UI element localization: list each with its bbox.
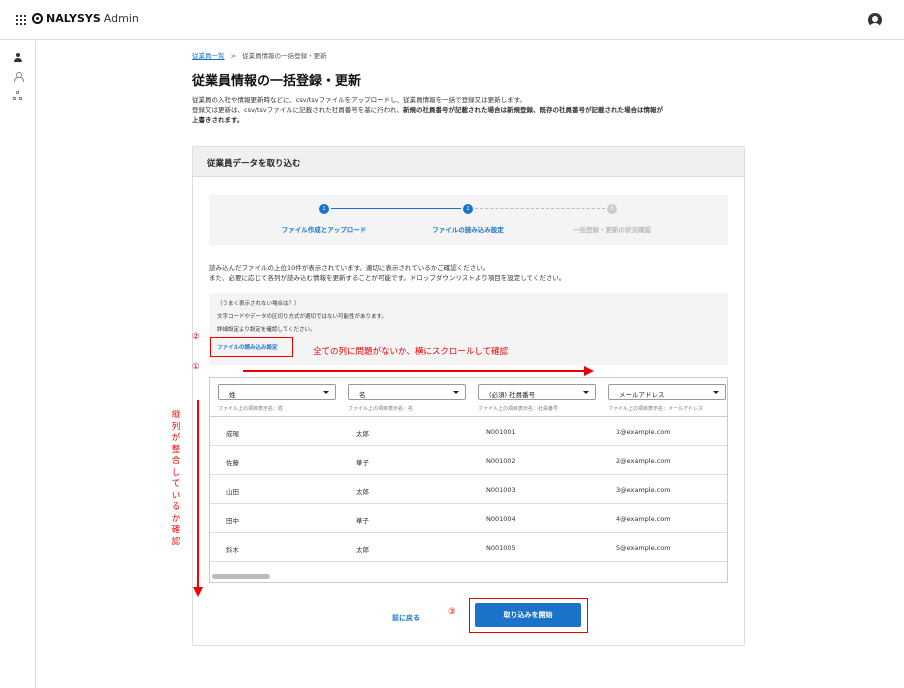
table-row: 成瑆 太郎 N001001 1@example.com <box>210 417 727 446</box>
app-grid-icon[interactable] <box>16 15 26 25</box>
column-select-2-label: 名 <box>359 391 366 399</box>
logo-mark-icon <box>32 13 43 24</box>
table-row: 山田 太郎 N001003 3@example.com <box>210 475 727 504</box>
desc-line-2b: 新規の社員番号が記載された場合は新規登録、既存の社員番号が記載された場合は情報が <box>403 106 664 114</box>
annotation-num-2: ② <box>192 332 200 342</box>
annotation-num-3: ③ <box>448 607 456 617</box>
preview-table[interactable]: 姓 名 (必須) 社員番号 メールアドレス ファイル上の項目表示名：姓 ファイル… <box>209 377 728 583</box>
column-sub-4: ファイル上の項目表示名：メールアドレス <box>608 406 704 412</box>
chevron-down-icon <box>583 391 589 394</box>
step-1-dot: 1 <box>319 204 329 214</box>
column-select-4-label: メールアドレス <box>619 391 665 399</box>
chevron-down-icon <box>323 391 329 394</box>
card-title: 従業員データを取り込む <box>193 147 744 177</box>
chevron-down-icon <box>453 391 459 394</box>
column-sub-1: ファイル上の項目表示名：姓 <box>218 406 284 412</box>
back-button[interactable]: 前に戻る <box>392 613 420 623</box>
annotation-down-arrow <box>193 400 202 597</box>
cell: N001005 <box>486 544 516 552</box>
step-line-2 <box>475 208 605 209</box>
annotation-box-start-button <box>469 598 588 633</box>
column-select-4[interactable]: メールアドレス <box>608 384 726 400</box>
stepper: 1 2 3 ファイル作成とアップロード ファイルの読み込み設定 一括登録・更新の… <box>209 195 728 245</box>
cell: 太郎 <box>356 430 369 438</box>
annotation-box-settings-link <box>210 337 293 357</box>
breadcrumb-separator: > <box>230 52 237 60</box>
step-2-label: ファイルの読み込み設定 <box>432 226 504 234</box>
hint-line-1: 文字コードやデータの区切り方式が適切ではない可能性があります。 <box>217 314 387 320</box>
desc-line-1: 従業員の入社や情報更新時などに、csv/tsvファイルをアップロードし、従業員情… <box>192 96 526 104</box>
side-nav <box>0 41 36 688</box>
page-description: 従業員の入社や情報更新時などに、csv/tsvファイルをアップロードし、従業員情… <box>192 95 752 125</box>
annotation-right-arrow <box>243 366 594 375</box>
page-title: 従業員情報の一括登録・更新 <box>192 74 362 89</box>
annotation-vertical-note: 縦列が整合しているか確認 <box>171 410 181 547</box>
table-row: 佐藤 華子 N001002 2@example.com <box>210 446 727 475</box>
step-line-1 <box>331 208 461 209</box>
desc-line-2a: 登録又は更新は、csv/tsvファイルに記載された社員番号を基に行われ、 <box>192 106 404 114</box>
desc-line-2: 登録又は更新は、csv/tsvファイルに記載された社員番号を基に行われ、新規の社… <box>192 105 752 115</box>
breadcrumb-current: 従業員情報の一括登録・更新 <box>242 52 327 60</box>
cell: 佐藤 <box>226 459 239 467</box>
info-line-1: 読み込んだファイルの上位10件が表示されています。適切に表示されているかご確認く… <box>209 264 490 272</box>
cell: 太郎 <box>356 546 369 554</box>
column-select-1[interactable]: 姓 <box>218 384 336 400</box>
breadcrumb-employee-list[interactable]: 従業員一覧 <box>192 52 225 60</box>
cell: N001002 <box>486 457 516 465</box>
table-row: 鈴木 太郎 N001005 5@example.com <box>210 533 727 562</box>
info-line-2: また、必要に応じて各列が読み込む情報を更新することが可能です。ドロップダウンリス… <box>209 274 566 282</box>
cell: 2@example.com <box>616 457 671 465</box>
cell: N001003 <box>486 486 516 494</box>
brand-name: NALYSYS <box>46 12 101 25</box>
column-select-3-label: (必須) 社員番号 <box>489 391 536 399</box>
cell: 山田 <box>226 488 239 496</box>
org-chart-icon[interactable] <box>13 91 23 101</box>
info-text: 読み込んだファイルの上位10件が表示されています。適切に表示されているかご確認く… <box>209 263 565 283</box>
column-select-3[interactable]: (必須) 社員番号 <box>478 384 596 400</box>
cell: 田中 <box>226 517 239 525</box>
user-account-icon[interactable] <box>868 13 882 27</box>
cell: 太郎 <box>356 488 369 496</box>
cell: 3@example.com <box>616 486 671 494</box>
table-row: 田中 華子 N001004 4@example.com <box>210 504 727 533</box>
horizontal-scrollbar[interactable] <box>212 574 270 579</box>
column-select-1-label: 姓 <box>229 391 236 399</box>
brand-admin: Admin <box>103 12 139 25</box>
column-select-2[interactable]: 名 <box>348 384 466 400</box>
cell: 華子 <box>356 459 369 467</box>
top-bar: NALYSYS Admin <box>0 0 904 40</box>
cell: N001004 <box>486 515 516 523</box>
cell: 華子 <box>356 517 369 525</box>
step-3-label: 一括登録・更新の状況確認 <box>573 226 651 234</box>
cell: 4@example.com <box>616 515 671 523</box>
step-3-dot: 3 <box>607 204 617 214</box>
cell: 鈴木 <box>226 546 239 554</box>
brand-logo[interactable]: NALYSYS Admin <box>32 12 139 25</box>
import-card: 従業員データを取り込む 1 2 3 ファイル作成とアップロード ファイルの読み込… <box>192 146 745 646</box>
breadcrumb: 従業員一覧 > 従業員情報の一括登録・更新 <box>192 50 327 60</box>
column-sub-3: ファイル上の項目表示名：社員番号 <box>478 406 559 412</box>
annotation-num-1: ① <box>192 362 200 372</box>
cell: N001001 <box>486 428 516 436</box>
step-2-dot: 2 <box>463 204 473 214</box>
desc-line-3: 上書きされます。 <box>192 116 244 124</box>
column-sub-2: ファイル上の項目表示名：名 <box>348 406 414 412</box>
hint-line-2: 詳細設定より設定を確認してください。 <box>217 327 316 333</box>
step-1-label: ファイル作成とアップロード <box>281 226 367 234</box>
cell: 1@example.com <box>616 428 671 436</box>
cell: 成瑆 <box>226 430 239 438</box>
people-icon[interactable] <box>13 72 24 82</box>
annotation-horizontal-note: 全ての列に問題がないか、横にスクロールして確認 <box>313 347 509 357</box>
hint-title: （うまく表示されない場合は？） <box>217 301 300 307</box>
cell: 5@example.com <box>616 544 671 552</box>
person-icon[interactable] <box>13 53 23 63</box>
chevron-down-icon <box>713 391 719 394</box>
